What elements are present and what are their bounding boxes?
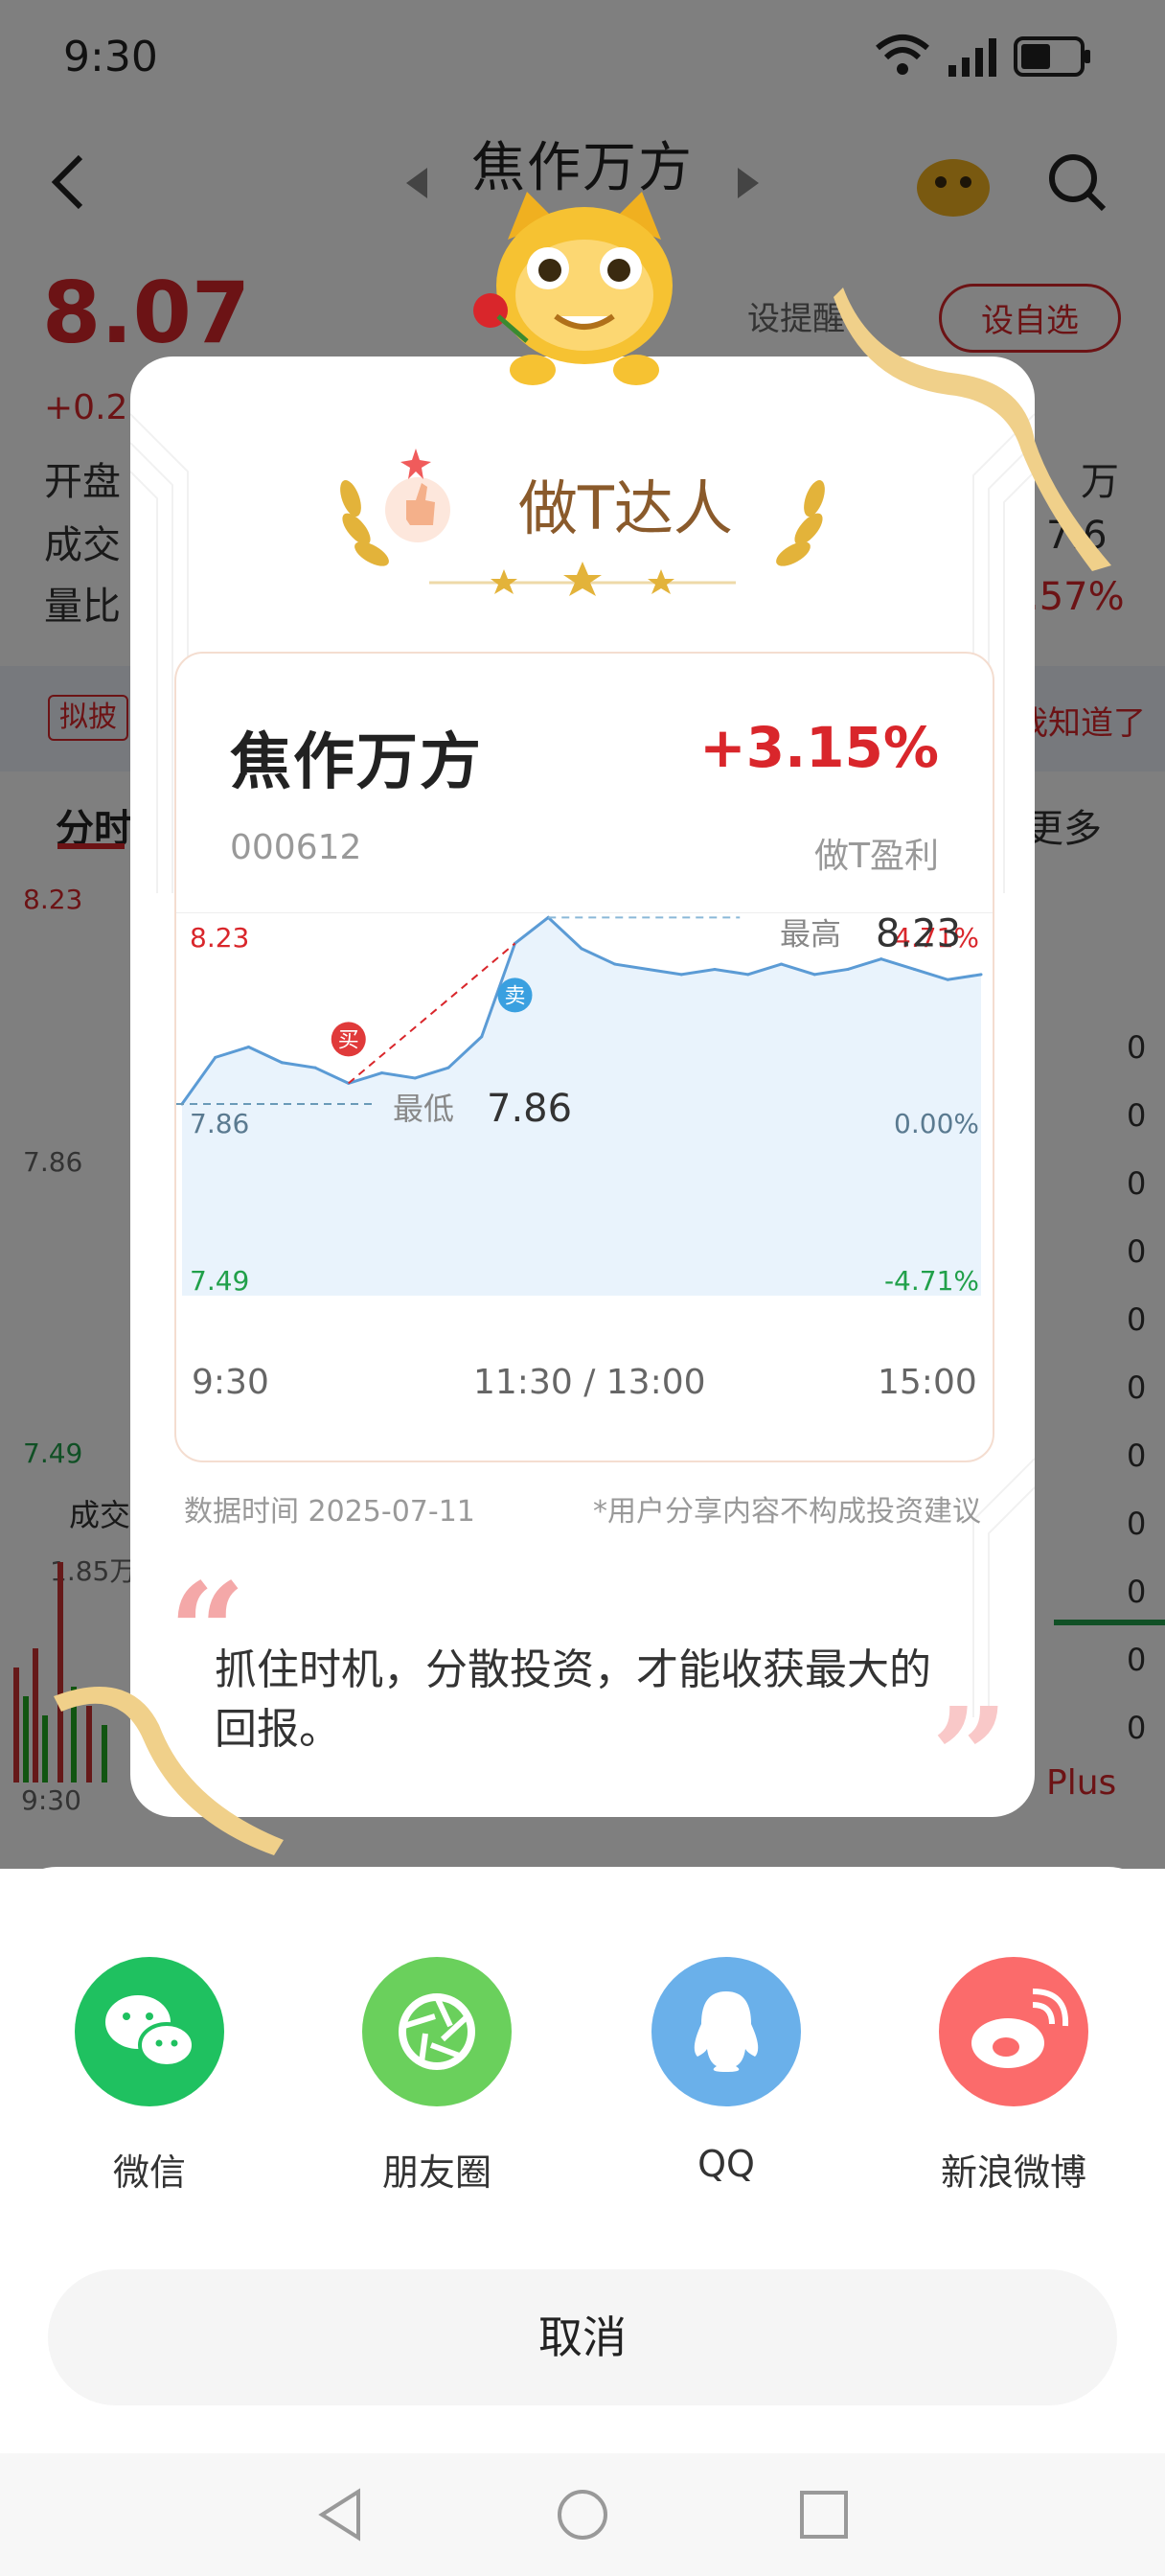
card-stock-code: 000612	[230, 828, 362, 867]
price-point	[979, 973, 983, 977]
price-point	[846, 967, 850, 971]
price-point	[946, 978, 949, 981]
chart-x-axis: 9:30 11:30 / 13:00 15:00	[176, 1363, 993, 1420]
stock-summary-panel: 焦作万方 000612 +3.15% 做T盈利 买卖 8.23 7.86 7.49 4.…	[174, 652, 994, 1462]
price-point	[879, 957, 883, 961]
low-label: 最低	[393, 1091, 454, 1127]
share-card: 做T达人 焦作万方 000612 +3.15% 做T盈利 买 卖 8.23 7.86 7…	[130, 356, 1035, 1817]
y-tick-mid: 7.86	[190, 1108, 249, 1139]
profit-label: 做T盈利	[814, 837, 939, 876]
low-value: 7.86	[487, 1087, 572, 1131]
price-point	[413, 1076, 417, 1080]
share-qq[interactable]: QQ	[630, 1957, 822, 2185]
motto-text: 抓住时机，分散投资，才能收获最大的回报。	[215, 1645, 931, 1754]
cancel-button[interactable]: 取消	[48, 2269, 1117, 2405]
y-right-mid: 0.00%	[894, 1108, 979, 1139]
price-point	[746, 973, 750, 977]
weibo-icon[interactable]	[939, 1957, 1088, 2106]
wechat-icon[interactable]	[75, 1957, 224, 2106]
price-point	[713, 967, 717, 971]
price-point	[913, 967, 916, 971]
badge-title: 做T达人	[518, 473, 733, 543]
y-right-low: -4.71%	[884, 1265, 979, 1297]
ribbon-decoration	[834, 288, 1111, 571]
x-tick-end: 15:00	[878, 1363, 977, 1402]
x-tick-mid: 11:30 / 13:00	[473, 1363, 706, 1402]
share-weibo[interactable]: 新浪微博	[918, 1957, 1109, 2196]
price-point	[679, 973, 683, 977]
buy-marker-label: 买	[338, 1028, 359, 1052]
share-wechat[interactable]: 微信	[54, 1957, 245, 2196]
intraday-chart: 买卖8.237.867.494.71%0.00%-4.71%最高 8.23最低 7.…	[176, 912, 993, 1297]
share-moments-label: 朋友圈	[381, 2151, 491, 2194]
y-tick-low: 7.49	[190, 1265, 249, 1297]
price-point	[812, 973, 816, 977]
x-tick-start: 9:30	[192, 1363, 269, 1402]
qq-icon[interactable]	[651, 1957, 801, 2106]
price-point	[280, 1061, 284, 1065]
share-wechat-label: 微信	[112, 2151, 186, 2194]
profit-percent: +3.15%	[699, 715, 939, 780]
price-point	[613, 962, 617, 966]
share-weibo-label: 新浪微博	[940, 2151, 1086, 2194]
high-value: 8.23	[876, 912, 961, 955]
price-point	[780, 962, 783, 966]
card-stock-name: 焦作万方	[230, 727, 483, 798]
nav-back-icon[interactable]	[316, 2488, 364, 2542]
price-point	[214, 1055, 217, 1059]
sell-marker-label: 卖	[504, 984, 525, 1008]
price-point	[480, 1035, 484, 1039]
price-point	[380, 1071, 383, 1075]
ribbon-decoration-bottom	[54, 1687, 284, 1855]
price-point	[247, 1046, 250, 1049]
system-navigation-bar	[0, 2453, 1165, 2576]
mascot-lion-icon	[473, 192, 673, 385]
price-area	[182, 917, 981, 1296]
share-moments[interactable]: 朋友圈	[341, 1957, 533, 2196]
share-sheet: 微信 朋友圈 QQ 新浪微博 取消	[0, 1867, 1165, 2453]
price-point	[313, 1066, 317, 1070]
moments-icon[interactable]	[362, 1957, 512, 2106]
price-point	[446, 1066, 450, 1070]
nav-recents-icon[interactable]	[799, 2490, 849, 2540]
nav-home-icon[interactable]	[556, 2488, 609, 2542]
price-point	[580, 947, 583, 951]
y-tick-high: 8.23	[190, 922, 249, 954]
data-date: 数据时间 2025-07-11	[184, 1495, 475, 1529]
high-label: 最高	[780, 915, 841, 952]
price-point	[647, 967, 650, 971]
disclaimer: *用户分享内容不构成投资建议	[593, 1495, 981, 1529]
share-qq-label: QQ	[697, 2143, 755, 2185]
